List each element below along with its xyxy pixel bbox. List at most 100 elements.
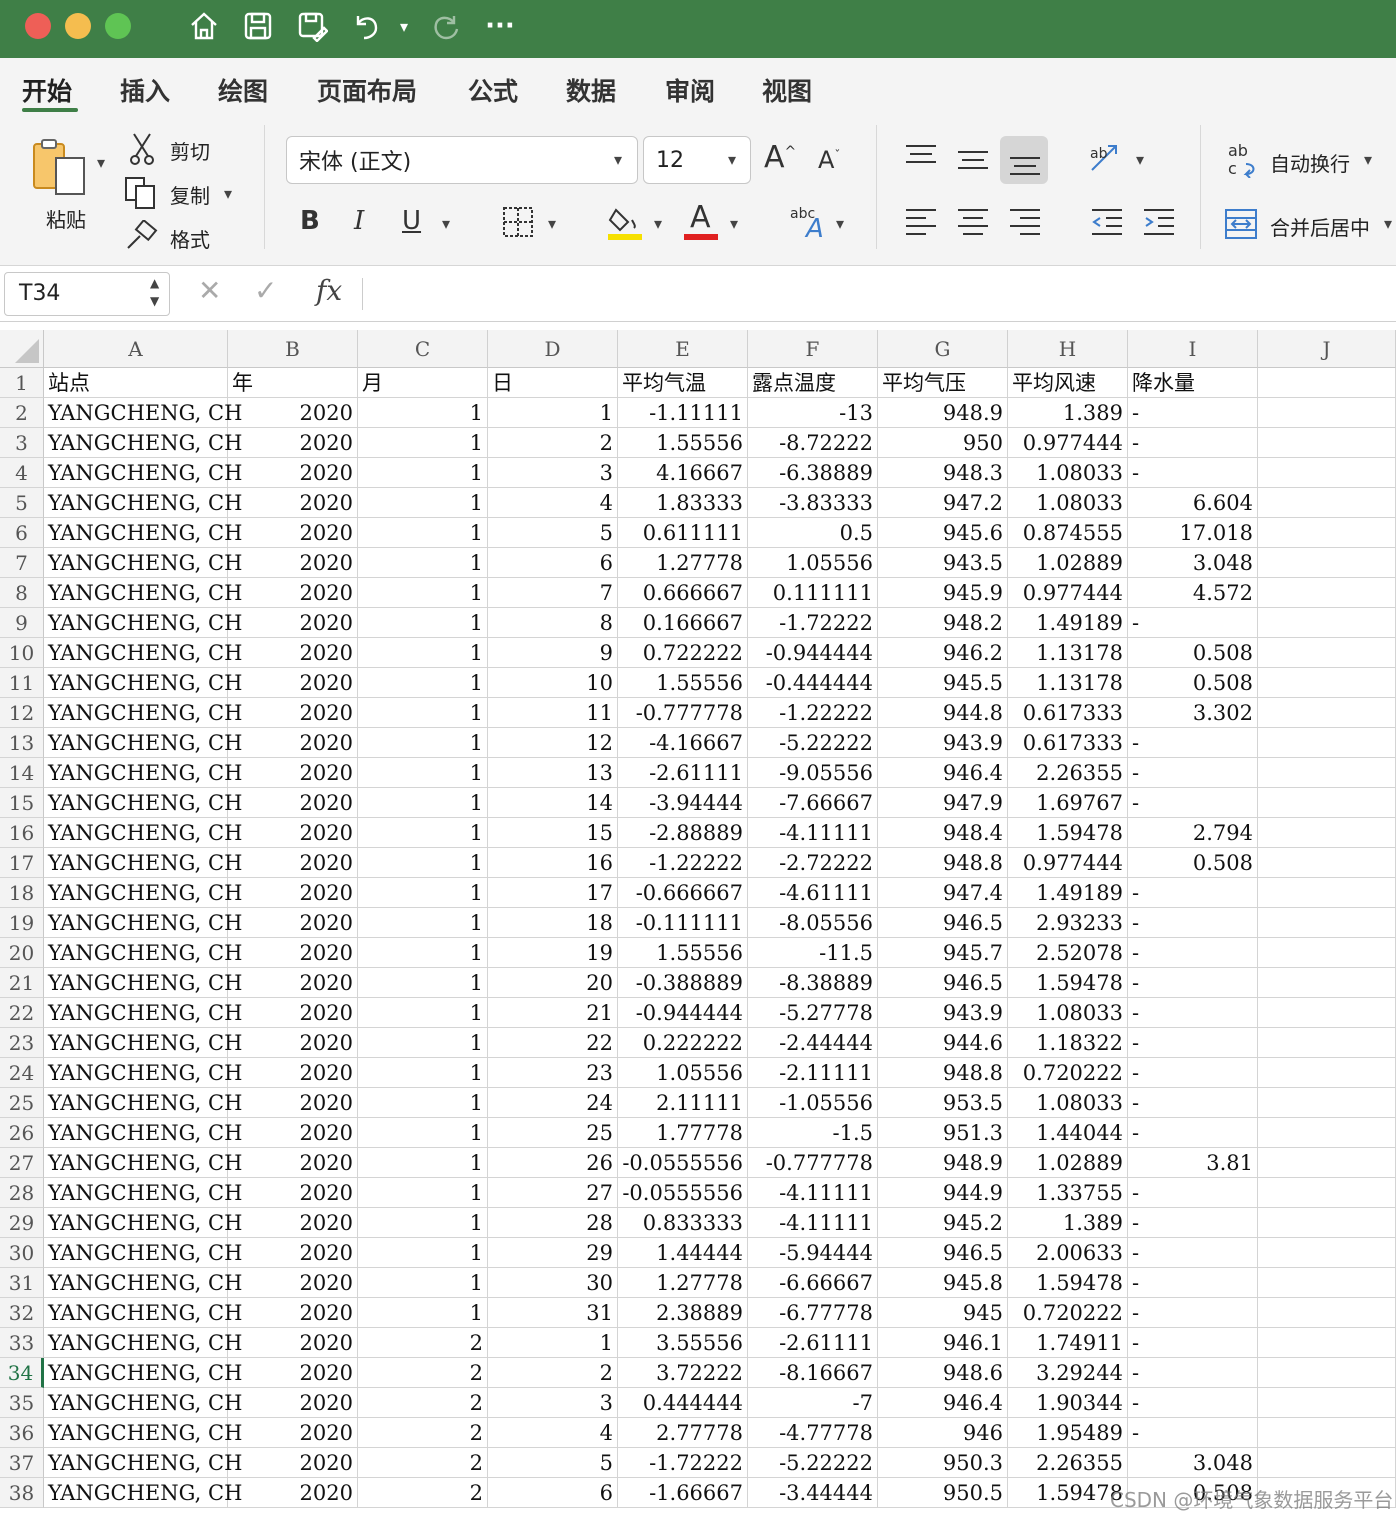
cell-i27[interactable]: 3.81 [1128,1148,1258,1178]
cell-a30[interactable]: YANGCHENG, CH [44,1238,242,1268]
borders-chevron-down-icon[interactable]: ▾ [548,214,556,233]
cell-a7[interactable]: YANGCHENG, CH [44,548,242,578]
orientation-chevron-down-icon[interactable]: ▾ [1136,150,1144,169]
cell-h28[interactable]: 1.33755 [1008,1178,1128,1208]
cell-c9[interactable]: 1 [358,608,488,638]
cell-d9[interactable]: 8 [488,608,618,638]
cell-f36[interactable]: -4.77778 [748,1418,878,1448]
cell-i30[interactable]: - [1128,1238,1258,1268]
cell-d33[interactable]: 1 [488,1328,618,1358]
cell-e18[interactable]: -0.666667 [618,878,748,908]
cell-f17[interactable]: -2.72222 [748,848,878,878]
cell-e37[interactable]: -1.72222 [618,1448,748,1478]
cell-d37[interactable]: 5 [488,1448,618,1478]
align-middle-icon[interactable] [956,148,990,172]
home-icon[interactable] [186,8,222,44]
format-painter-label[interactable]: 格式 [170,224,210,253]
cell-g17[interactable]: 948.8 [878,848,1008,878]
cell-d23[interactable]: 22 [488,1028,618,1058]
cell-j9[interactable] [1258,608,1396,638]
cell-a12[interactable]: YANGCHENG, CH [44,698,242,728]
cell-h1[interactable]: 平均风速 [1008,368,1128,398]
cell-c3[interactable]: 1 [358,428,488,458]
cell-i14[interactable]: - [1128,758,1258,788]
row-header-38[interactable]: 38 [0,1478,44,1508]
cell-a26[interactable]: YANGCHENG, CH [44,1118,242,1148]
cell-g2[interactable]: 948.9 [878,398,1008,428]
cell-h16[interactable]: 1.59478 [1008,818,1128,848]
cell-j24[interactable] [1258,1058,1396,1088]
row-header-20[interactable]: 20 [0,938,44,968]
cell-g11[interactable]: 945.5 [878,668,1008,698]
cell-b9[interactable]: 2020 [228,608,358,638]
cell-e25[interactable]: 2.11111 [618,1088,748,1118]
cell-d29[interactable]: 28 [488,1208,618,1238]
cell-j2[interactable] [1258,398,1396,428]
more-icon[interactable]: ··· [482,8,518,44]
cell-h37[interactable]: 2.26355 [1008,1448,1128,1478]
cell-e12[interactable]: -0.777778 [618,698,748,728]
cell-d27[interactable]: 26 [488,1148,618,1178]
row-header-9[interactable]: 9 [0,608,44,638]
cell-i10[interactable]: 0.508 [1128,638,1258,668]
phonetic-chevron-down-icon[interactable]: ▾ [836,214,844,233]
cell-h31[interactable]: 1.59478 [1008,1268,1128,1298]
cell-c33[interactable]: 2 [358,1328,488,1358]
cell-d11[interactable]: 10 [488,668,618,698]
cell-i15[interactable]: - [1128,788,1258,818]
cell-j10[interactable] [1258,638,1396,668]
cell-j22[interactable] [1258,998,1396,1028]
font-name-select[interactable]: 宋体 (正文) [286,136,638,184]
cell-h6[interactable]: 0.874555 [1008,518,1128,548]
cell-b24[interactable]: 2020 [228,1058,358,1088]
increase-font-size-icon[interactable]: A^ [764,140,796,175]
cell-f22[interactable]: -5.27778 [748,998,878,1028]
row-header-14[interactable]: 14 [0,758,44,788]
redo-icon[interactable] [428,8,464,44]
cell-f14[interactable]: -9.05556 [748,758,878,788]
cell-e29[interactable]: 0.833333 [618,1208,748,1238]
copy-label[interactable]: 复制 [170,180,210,209]
cell-j16[interactable] [1258,818,1396,848]
cell-e4[interactable]: 4.16667 [618,458,748,488]
cell-h33[interactable]: 1.74911 [1008,1328,1128,1358]
cell-a5[interactable]: YANGCHENG, CH [44,488,242,518]
font-name-chevron-down-icon[interactable]: ▾ [614,150,622,169]
cell-f2[interactable]: -13 [748,398,878,428]
cell-g9[interactable]: 948.2 [878,608,1008,638]
cell-e2[interactable]: -1.11111 [618,398,748,428]
cell-f27[interactable]: -0.777778 [748,1148,878,1178]
cell-e31[interactable]: 1.27778 [618,1268,748,1298]
column-header-c[interactable]: C [358,330,488,368]
save-icon[interactable] [240,8,276,44]
cell-e32[interactable]: 2.38889 [618,1298,748,1328]
cell-f3[interactable]: -8.72222 [748,428,878,458]
cell-f15[interactable]: -7.66667 [748,788,878,818]
row-header-21[interactable]: 21 [0,968,44,998]
cell-b1[interactable]: 年 [228,368,358,398]
row-header-36[interactable]: 36 [0,1418,44,1448]
cell-g24[interactable]: 948.8 [878,1058,1008,1088]
cell-g16[interactable]: 948.4 [878,818,1008,848]
cut-label[interactable]: 剪切 [170,136,210,165]
tab-formulas[interactable]: 公式 [468,72,518,108]
cell-g6[interactable]: 945.6 [878,518,1008,548]
cell-e27[interactable]: -0.0555556 [618,1148,748,1178]
cell-e3[interactable]: 1.55556 [618,428,748,458]
cell-f26[interactable]: -1.5 [748,1118,878,1148]
cell-d12[interactable]: 11 [488,698,618,728]
cell-i24[interactable]: - [1128,1058,1258,1088]
cell-h18[interactable]: 1.49189 [1008,878,1128,908]
cell-b7[interactable]: 2020 [228,548,358,578]
row-header-28[interactable]: 28 [0,1178,44,1208]
cell-d22[interactable]: 21 [488,998,618,1028]
cell-e1[interactable]: 平均气温 [618,368,748,398]
cell-c35[interactable]: 2 [358,1388,488,1418]
cell-c4[interactable]: 1 [358,458,488,488]
cell-b19[interactable]: 2020 [228,908,358,938]
cell-b11[interactable]: 2020 [228,668,358,698]
cell-a16[interactable]: YANGCHENG, CH [44,818,242,848]
tab-home[interactable]: 开始 [22,72,72,108]
cell-b4[interactable]: 2020 [228,458,358,488]
paste-label[interactable]: 粘贴 [46,204,86,233]
